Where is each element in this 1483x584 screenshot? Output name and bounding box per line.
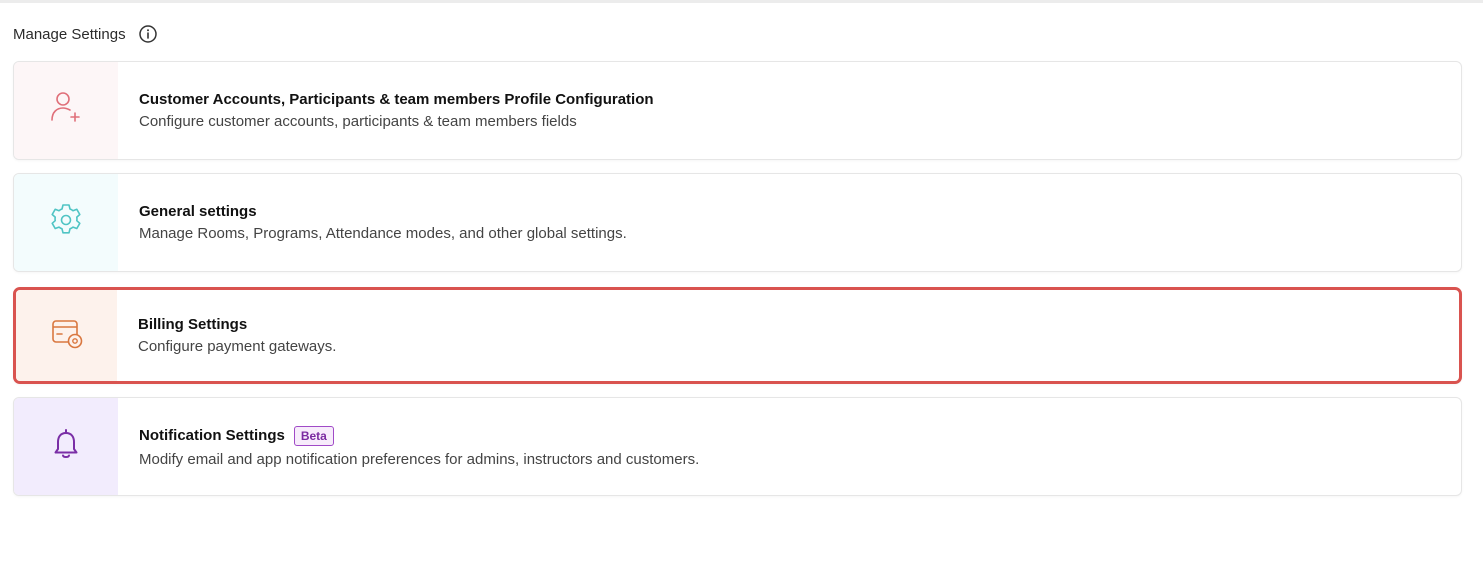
card-title: General settings (139, 203, 257, 220)
card-title: Notification Settings (139, 427, 285, 444)
card-icon-container (14, 62, 118, 159)
card-icon-container (16, 290, 117, 381)
page-title: Manage Settings (13, 25, 126, 43)
card-title-row: Notification Settings Beta (139, 425, 699, 446)
card-title: Customer Accounts, Participants & team m… (139, 91, 654, 108)
card-title-row: Customer Accounts, Participants & team m… (139, 91, 654, 108)
top-divider (0, 0, 1483, 3)
info-icon[interactable] (138, 24, 158, 44)
card-icon-container (14, 174, 118, 271)
user-add-icon (46, 88, 86, 133)
card-description: Modify email and app notification prefer… (139, 450, 700, 468)
beta-badge: Beta (293, 425, 334, 446)
gear-icon (46, 200, 86, 245)
card-body: Notification Settings Beta Modify email … (118, 398, 699, 495)
card-body: Billing Settings Configure payment gatew… (117, 290, 336, 381)
page-header: Manage Settings (13, 24, 158, 44)
card-title-row: General settings (139, 203, 627, 220)
card-description: Manage Rooms, Programs, Attendance modes… (139, 225, 627, 242)
billing-settings-icon (47, 313, 87, 358)
settings-card-notification-settings[interactable]: Notification Settings Beta Modify email … (13, 397, 1462, 496)
settings-card-billing-settings[interactable]: Billing Settings Configure payment gatew… (13, 287, 1462, 384)
card-icon-container (14, 398, 118, 495)
card-title: Billing Settings (138, 316, 248, 333)
card-description: Configure payment gateways. (138, 338, 337, 355)
card-description: Configure customer accounts, participant… (139, 113, 577, 130)
card-body: Customer Accounts, Participants & team m… (118, 62, 654, 159)
card-body: General settings Manage Rooms, Programs,… (118, 174, 627, 271)
card-title-row: Billing Settings (138, 316, 336, 333)
bell-icon (46, 424, 86, 469)
settings-card-general-settings[interactable]: General settings Manage Rooms, Programs,… (13, 173, 1462, 272)
settings-card-profile-configuration[interactable]: Customer Accounts, Participants & team m… (13, 61, 1462, 160)
